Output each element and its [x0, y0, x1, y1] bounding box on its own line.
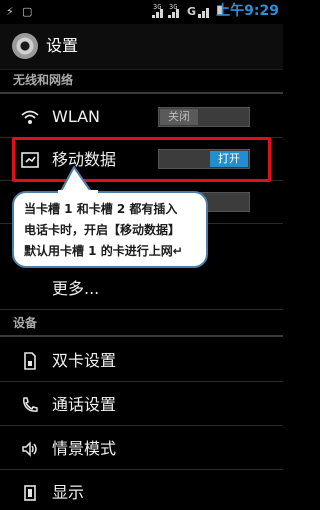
wlan-row[interactable]: WLAN 关闭 — [0, 96, 283, 138]
signal-main-icon — [198, 6, 212, 18]
section-header-device: 设备 — [0, 313, 283, 337]
more-row[interactable]: 更多... — [0, 268, 283, 310]
call-settings-label: 通话设置 — [52, 395, 117, 414]
sim-card-icon — [20, 351, 40, 371]
wlan-label: WLAN — [52, 107, 101, 126]
page-title: 设置 — [46, 36, 79, 55]
speaker-icon — [20, 439, 40, 459]
clock: 上午9:29 — [216, 3, 279, 19]
callout-pointer-cover — [58, 190, 98, 196]
g-network-icon: G — [187, 5, 197, 18]
dual-sim-label: 双卡设置 — [52, 351, 117, 370]
scene-mode-row[interactable]: 情景模式 — [0, 428, 283, 470]
signal-a-icon — [152, 6, 166, 18]
display-label: 显示 — [52, 483, 85, 502]
wlan-toggle-state: 关闭 — [160, 109, 198, 125]
wifi-icon — [20, 107, 40, 127]
display-icon — [20, 483, 40, 503]
status-bar: ⚡ ▢ 3G 3G G ▮ 上午9:29 — [0, 0, 283, 24]
section-label-device: 设备 — [13, 316, 38, 330]
tip-callout: 当卡槽 1 和卡槽 2 都有插入 电话卡时，开启【移动数据】 默认用卡槽 1 的… — [12, 191, 208, 268]
more-label: 更多... — [52, 279, 100, 298]
callout-line-3: 默认用卡槽 1 的卡进行上网↵ — [24, 244, 183, 258]
call-settings-row[interactable]: 通话设置 — [0, 384, 283, 426]
usb-icon: ⚡ — [6, 5, 14, 18]
section-label-wireless: 无线和网络 — [13, 73, 74, 87]
settings-gear-icon[interactable] — [12, 33, 38, 59]
wlan-toggle[interactable]: 关闭 — [158, 107, 250, 127]
phone-icon — [20, 395, 40, 415]
notification-icon: ▢ — [22, 5, 33, 18]
callout-line-2: 电话卡时，开启【移动数据】 — [24, 223, 181, 237]
signal-b-icon — [168, 6, 182, 18]
callout-line-1: 当卡槽 1 和卡槽 2 都有插入 — [24, 202, 178, 216]
app-bar: 设置 — [0, 24, 283, 70]
display-row[interactable]: 显示 — [0, 472, 283, 510]
section-header-wireless: 无线和网络 — [0, 70, 283, 94]
dual-sim-row[interactable]: 双卡设置 — [0, 340, 283, 382]
mobile-data-highlight-box — [12, 137, 271, 182]
scene-mode-label: 情景模式 — [52, 439, 117, 458]
